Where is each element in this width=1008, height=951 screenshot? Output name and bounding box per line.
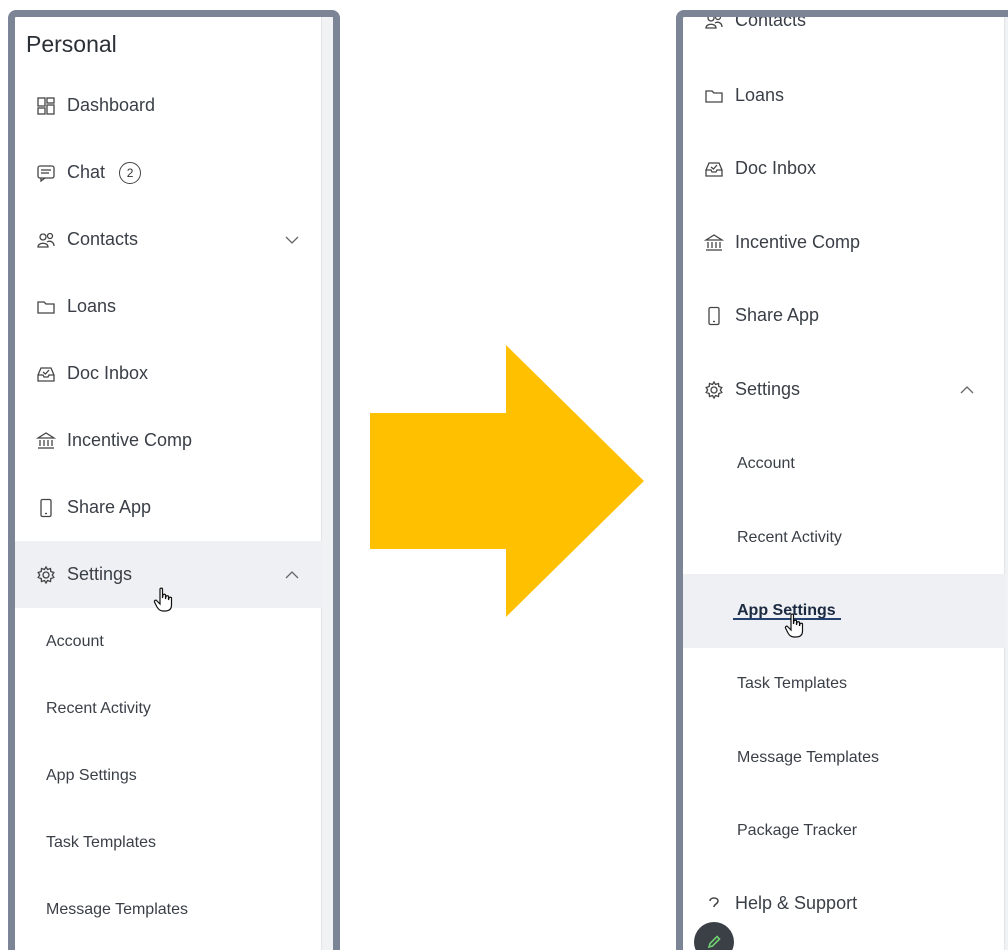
contacts-icon <box>703 17 725 32</box>
sidebar-item-label: Settings <box>67 564 133 584</box>
settings-sub-item-account[interactable]: Account <box>683 430 1005 497</box>
sidebar-item-label: Incentive Comp <box>735 232 861 252</box>
settings-sub-item-package-tracker[interactable]: Package Tracker <box>683 797 1005 864</box>
gear-icon <box>35 564 57 586</box>
chat-icon <box>35 162 57 184</box>
sidebar-item-label: Settings <box>735 379 801 399</box>
sidebar-item-incentive-comp[interactable]: Incentive Comp <box>683 209 1005 276</box>
sidebar-item-doc-inbox[interactable]: Doc Inbox <box>15 340 322 407</box>
settings-sub-item-message-templates[interactable]: Message Templates <box>15 876 322 943</box>
scrollbar[interactable] <box>321 17 333 950</box>
sidebar-item-chat[interactable]: Chat 2 <box>15 139 322 206</box>
folder-icon <box>703 85 725 107</box>
sidebar-item-label: Dashboard <box>67 95 156 115</box>
chevron-up-icon[interactable] <box>959 382 975 398</box>
settings-sub-item-app-settings[interactable]: App Settings <box>683 574 1005 648</box>
sidebar-item-dashboard[interactable]: Dashboard <box>15 72 322 139</box>
sidebar-item-contacts[interactable]: Contacts <box>683 10 1005 54</box>
inbox-icon <box>703 158 725 180</box>
sidebar-item-incentive-comp[interactable]: Incentive Comp <box>15 407 322 474</box>
sidebar-item-label: Incentive Comp <box>67 430 193 450</box>
section-title: Personal <box>26 31 117 57</box>
sidebar-item-label: Share App <box>735 305 820 325</box>
sidebar-item-help-support[interactable]: Help & Support <box>683 870 1005 937</box>
sidebar-item-label: Loans <box>67 296 117 316</box>
sidebar-item-label: Loans <box>735 85 785 105</box>
sidebar-item-label: Chat <box>67 162 106 182</box>
sidebar-item-label: Share App <box>67 497 152 517</box>
sidebar-item-label: Contacts <box>735 10 807 30</box>
unread-count-badge: 2 <box>119 161 142 184</box>
left-sidebar-panel: Personal Dashboard Chat 2 Contacts Loans… <box>8 10 340 950</box>
sidebar-item-loans[interactable]: Loans <box>683 62 1005 129</box>
gear-icon <box>703 379 725 401</box>
settings-sub-item-app-settings[interactable]: App Settings <box>15 742 322 809</box>
sidebar-item-label: Contacts <box>67 229 139 249</box>
sidebar-item-doc-inbox[interactable]: Doc Inbox <box>683 135 1005 202</box>
phone-icon <box>35 497 57 519</box>
chevron-down-icon[interactable] <box>284 232 300 248</box>
settings-sub-item-account[interactable]: Account <box>15 608 322 675</box>
settings-sub-item-recent-activity[interactable]: Recent Activity <box>15 675 322 742</box>
sidebar-item-share-app[interactable]: Share App <box>15 474 322 541</box>
right-sidebar-panel: Contacts Loans Doc Inbox Incentive Comp … <box>676 10 1008 950</box>
hand-cursor-icon <box>784 613 804 638</box>
settings-sub-item-message-templates[interactable]: Message Templates <box>683 724 1005 791</box>
sidebar-item-label: Help & Support <box>735 893 858 913</box>
settings-sub-item-task-templates[interactable]: Task Templates <box>15 809 322 876</box>
bank-icon <box>35 430 57 452</box>
sidebar-item-settings[interactable]: Settings <box>683 356 1005 423</box>
settings-sub-item-recent-activity[interactable]: Recent Activity <box>683 504 1005 571</box>
sidebar-item-label: Doc Inbox <box>67 363 149 383</box>
folder-icon <box>35 296 57 318</box>
sidebar-item-loans[interactable]: Loans <box>15 273 322 340</box>
bank-icon <box>703 232 725 254</box>
settings-sub-item-task-templates[interactable]: Task Templates <box>683 650 1005 717</box>
inbox-icon <box>35 363 57 385</box>
chevron-up-icon[interactable] <box>284 567 300 583</box>
transition-arrow <box>370 345 644 617</box>
pencil-icon <box>707 935 721 949</box>
sidebar-item-label: Doc Inbox <box>735 158 817 178</box>
dashboard-icon <box>35 95 57 117</box>
phone-icon <box>703 305 725 327</box>
contacts-icon <box>35 229 57 251</box>
sidebar-item-share-app[interactable]: Share App <box>683 282 1005 349</box>
sidebar-item-contacts[interactable]: Contacts <box>15 206 322 273</box>
help-icon <box>703 893 725 915</box>
